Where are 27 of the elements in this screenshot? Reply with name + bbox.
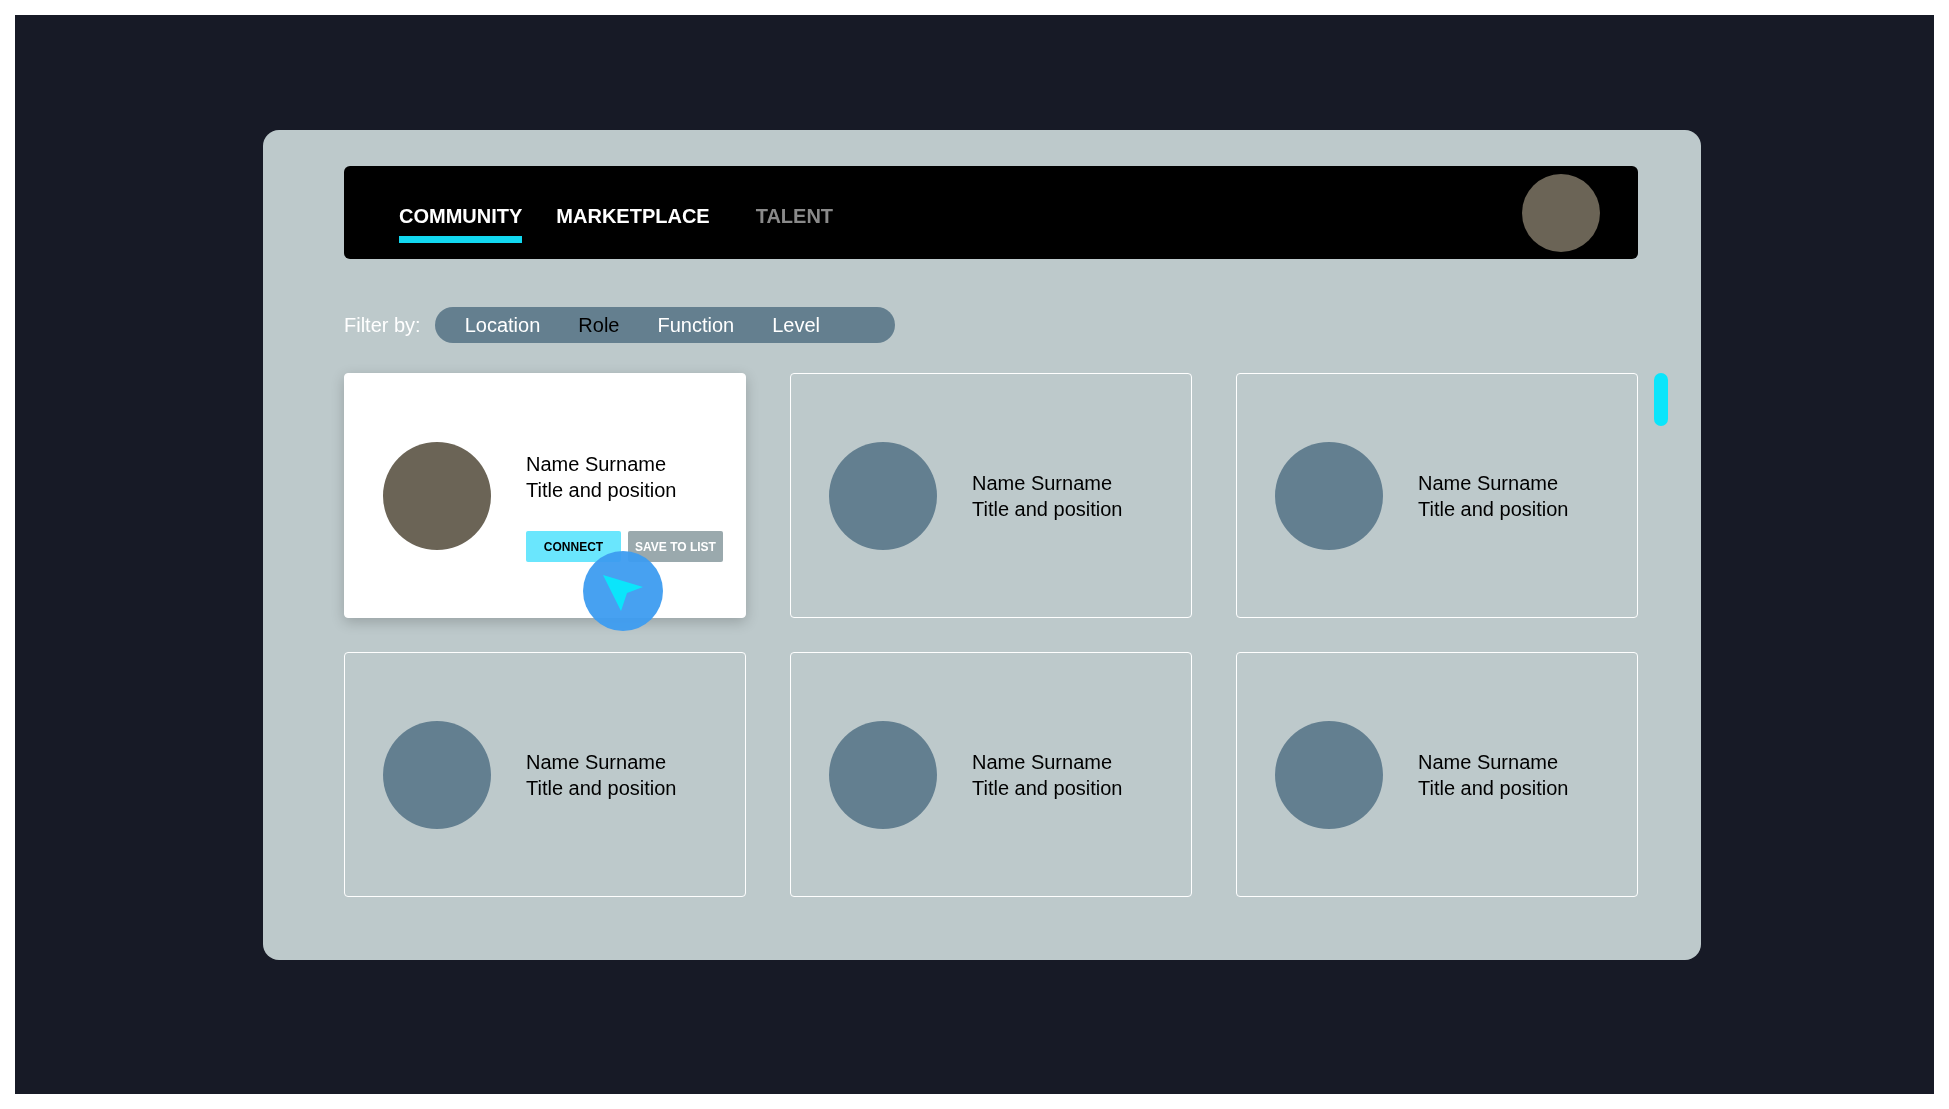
person-name: Name Surname — [526, 749, 668, 775]
person-name: Name Surname — [526, 452, 668, 477]
person-title: Title and position — [972, 496, 1123, 522]
profile-card[interactable]: Name Surname Title and position — [1236, 373, 1638, 618]
nav-tab[interactable]: COMMUNITY — [399, 196, 523, 243]
person-title: Title and position — [526, 478, 678, 503]
filter-option[interactable]: Role — [578, 313, 620, 337]
person-title: Title and position — [972, 775, 1123, 801]
scrollbar-thumb[interactable] — [1654, 373, 1668, 426]
person-name: Name Surname — [972, 470, 1114, 496]
person-title: Title and position — [1418, 775, 1569, 801]
profile-card[interactable]: Name Surname Title and position — [790, 373, 1192, 618]
nav-tab[interactable]: MARKETPLACE — [556, 196, 710, 243]
filter-option[interactable]: Level — [772, 313, 820, 337]
person-name: Name Surname — [1418, 749, 1560, 775]
profile-card[interactable]: Name Surname Title and position — [1236, 652, 1638, 897]
filter-option[interactable]: Function — [657, 313, 735, 337]
filter-option[interactable]: Location — [464, 313, 541, 337]
cursor-icon — [583, 551, 663, 631]
person-name: Name Surname — [1418, 470, 1560, 496]
person-name: Name Surname — [972, 749, 1114, 775]
person-title: Title and position — [526, 775, 677, 801]
filter-label: Filter by: — [344, 313, 421, 337]
person-title: Title and position — [1418, 496, 1569, 522]
profile-card[interactable]: Name Surname Title and position — [790, 652, 1192, 897]
connect-button[interactable]: CONNECT — [526, 531, 621, 562]
profile-card[interactable]: Name Surname Title and position — [344, 652, 746, 897]
